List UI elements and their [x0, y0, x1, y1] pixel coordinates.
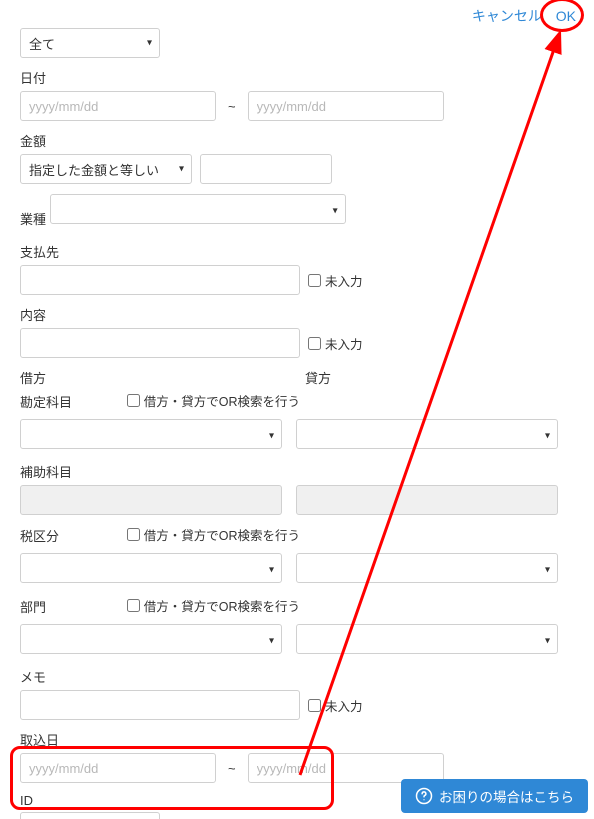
payee-label: 支払先 — [20, 242, 59, 261]
subaccount-debit-input — [20, 485, 282, 515]
import-date-tilde: ~ — [224, 761, 240, 776]
memo-label: メモ — [20, 667, 46, 686]
subaccount-credit-input — [296, 485, 558, 515]
tax-label: 税区分 — [20, 526, 59, 545]
account-or-box[interactable] — [127, 394, 140, 407]
payee-input[interactable] — [20, 265, 300, 295]
dept-or-checkbox[interactable]: 借方・貸方でOR検索を行う — [127, 596, 300, 615]
payee-not-entered-checkbox[interactable]: 未入力 — [308, 271, 363, 290]
amount-condition-select[interactable]: 指定した金額と等しい — [20, 154, 192, 184]
memo-input[interactable] — [20, 690, 300, 720]
content-input[interactable] — [20, 328, 300, 358]
dept-or-box[interactable] — [127, 599, 140, 612]
subaccount-label: 補助科目 — [20, 462, 72, 481]
dept-label: 部門 — [20, 597, 46, 616]
import-date-from-input[interactable] — [20, 753, 216, 783]
amount-condition-value: 指定した金額と等しい — [29, 160, 159, 179]
id-label: ID — [20, 793, 33, 808]
account-label: 勘定科目 — [20, 392, 72, 411]
question-circle-icon — [415, 787, 433, 805]
id-input[interactable] — [20, 812, 160, 819]
content-not-entered-checkbox[interactable]: 未入力 — [308, 334, 363, 353]
account-credit-select[interactable] — [296, 419, 558, 449]
tax-debit-select[interactable] — [20, 553, 282, 583]
dept-credit-select[interactable] — [296, 624, 558, 654]
payee-not-entered-box[interactable] — [308, 274, 321, 287]
industry-select[interactable] — [50, 194, 346, 224]
amount-input[interactable] — [200, 154, 332, 184]
date-from-input[interactable] — [20, 91, 216, 121]
memo-not-entered-text: 未入力 — [325, 696, 363, 715]
tax-or-text: 借方・貸方でOR検索を行う — [144, 525, 300, 544]
help-button[interactable]: お困りの場合はこちら — [401, 779, 588, 813]
date-label: 日付 — [20, 68, 46, 87]
memo-not-entered-box[interactable] — [308, 699, 321, 712]
filter-all-value: 全て — [29, 34, 55, 53]
help-button-label: お困りの場合はこちら — [439, 786, 574, 806]
memo-not-entered-checkbox[interactable]: 未入力 — [308, 696, 363, 715]
content-not-entered-box[interactable] — [308, 337, 321, 350]
account-or-checkbox[interactable]: 借方・貸方でOR検索を行う — [127, 391, 300, 410]
content-not-entered-text: 未入力 — [325, 334, 363, 353]
account-or-text: 借方・貸方でOR検索を行う — [144, 391, 300, 410]
ok-link[interactable]: OK — [556, 8, 576, 24]
dept-or-text: 借方・貸方でOR検索を行う — [144, 596, 300, 615]
tax-credit-select[interactable] — [296, 553, 558, 583]
credit-label: 貸方 — [305, 368, 331, 387]
account-debit-select[interactable] — [20, 419, 282, 449]
payee-not-entered-text: 未入力 — [325, 271, 363, 290]
debit-label: 借方 — [20, 368, 46, 387]
date-to-input[interactable] — [248, 91, 444, 121]
date-tilde: ~ — [224, 99, 240, 114]
filter-all-select[interactable]: 全て — [20, 28, 160, 58]
dept-debit-select[interactable] — [20, 624, 282, 654]
cancel-link[interactable]: キャンセル — [472, 8, 542, 24]
content-label: 内容 — [20, 305, 46, 324]
amount-label: 金額 — [20, 131, 46, 150]
industry-label: 業種 — [20, 209, 46, 228]
tax-or-box[interactable] — [127, 528, 140, 541]
import-date-label: 取込日 — [20, 730, 59, 749]
tax-or-checkbox[interactable]: 借方・貸方でOR検索を行う — [127, 525, 300, 544]
